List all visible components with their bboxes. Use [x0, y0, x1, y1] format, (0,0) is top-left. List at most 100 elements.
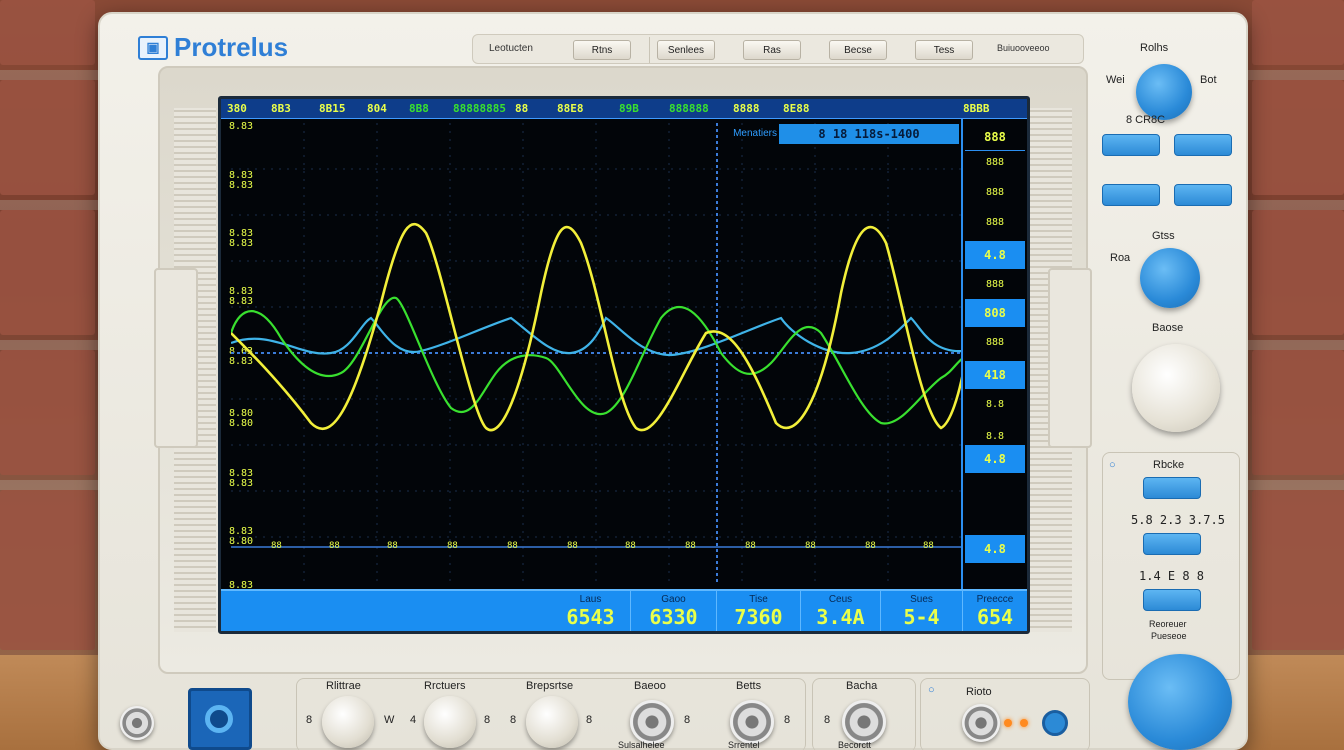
- x-tick: 88: [805, 541, 816, 551]
- side-menu-value: 888: [985, 157, 1005, 168]
- header-field: 88: [515, 102, 529, 115]
- footer-measurement-key: Tise: [749, 594, 768, 605]
- bnc-jack-label: Baeoo: [634, 680, 666, 692]
- footer-measurement[interactable]: Laus 6543: [551, 591, 631, 631]
- group-button-1[interactable]: [1143, 477, 1201, 499]
- topbar-label-left: Leotucten: [489, 43, 533, 54]
- side-menu-item[interactable]: 418: [965, 361, 1025, 389]
- bottom-knob-right: 8: [586, 714, 593, 726]
- oscilloscope-display: 380 8B3 8B15 804 8B8 88888885 88 88E8 89…: [218, 96, 1030, 634]
- button-row-label: 8 CR8C: [1126, 114, 1166, 126]
- screen-side-menu: 888 888 888 888 4.8 888 808 888 418 8.8 …: [961, 119, 1027, 609]
- trace-cyan: [231, 316, 963, 357]
- x-tick: 88: [329, 541, 340, 551]
- footer-measurement-value: 7360: [734, 605, 783, 629]
- side-menu-value: 8.8: [985, 399, 1005, 410]
- right-control-panel: Rolhs Wei Bot 8 CR8C Gtss Roa Baose ○ Rb…: [1096, 26, 1248, 680]
- probe-input-port[interactable]: [188, 688, 252, 750]
- x-tick: 88: [447, 541, 458, 551]
- x-tick: 88: [271, 541, 282, 551]
- footer-measurement[interactable]: Sues 5-4: [881, 591, 963, 631]
- side-menu-value: 8.8: [985, 431, 1005, 442]
- status-led-1: [1004, 719, 1012, 727]
- side-menu-value: 888: [985, 217, 1005, 228]
- timebase-knob[interactable]: [1136, 64, 1192, 120]
- gain-label: Gtss: [1152, 230, 1175, 242]
- footer-measurement[interactable]: Preecce 654: [963, 591, 1027, 631]
- side-menu-item[interactable]: 888: [965, 123, 1025, 151]
- side-menu-value: 888: [985, 279, 1005, 290]
- mode-selector-knob[interactable]: [1132, 344, 1220, 432]
- bnc-jack-label: Bacha: [846, 680, 878, 692]
- group-label: Rbcke: [1153, 459, 1185, 471]
- topbar-button-5[interactable]: Tess: [915, 40, 973, 60]
- trace-yellow: [231, 222, 963, 432]
- header-field: 8B3: [271, 102, 291, 115]
- bnc-jack-label: Rioto: [966, 686, 992, 698]
- measurement-footer: Laus 6543 Gaoo 6330 Tise 7360 Ceus 3.4A …: [221, 589, 1027, 631]
- gain-knob[interactable]: [1140, 248, 1200, 308]
- bnc-jack-2[interactable]: [730, 700, 774, 744]
- footer-measurement[interactable]: Ceus 3.4A: [801, 591, 881, 631]
- side-menu-item[interactable]: 4.8: [965, 241, 1025, 269]
- bnc-jack-label: Betts: [736, 680, 762, 692]
- topbar-button-4[interactable]: Becse: [829, 40, 887, 60]
- header-field: 89B: [619, 102, 639, 115]
- footer-measurement-key: Laus: [579, 594, 602, 605]
- function-button-3[interactable]: [1102, 184, 1160, 206]
- right-panel-title: Rolhs: [1140, 42, 1169, 54]
- bnc-jack-4[interactable]: [962, 704, 1000, 742]
- function-button-2[interactable]: [1174, 134, 1232, 156]
- bottom-knob-left: 4: [410, 714, 417, 726]
- group-readout-1: 5.8 2.3 3.7.5: [1131, 513, 1225, 527]
- footer-measurement-value: 6543: [566, 605, 615, 629]
- x-tick: 88: [625, 541, 636, 551]
- x-tick: 88: [567, 541, 578, 551]
- power-button[interactable]: [1042, 710, 1068, 736]
- side-menu-item[interactable]: 4.8: [965, 535, 1025, 563]
- footer-measurement-value: 654: [976, 605, 1014, 629]
- footer-measurement[interactable]: Tise 7360: [717, 591, 801, 631]
- footer-measurement-value: 3.4A: [816, 605, 865, 629]
- footer-measurement-key: Preecce: [976, 594, 1014, 605]
- bnc-jack-1[interactable]: [630, 700, 674, 744]
- x-tick: 88: [507, 541, 518, 551]
- bottom-control-panel: Rlittrae 8 W Rrctuers 4 8 Brepsrtse 8 8 …: [100, 674, 1246, 750]
- bottom-knob-right: W: [384, 714, 395, 726]
- function-button-1[interactable]: [1102, 134, 1160, 156]
- topbar-button-1[interactable]: Rtns: [573, 40, 631, 60]
- ground-jack[interactable]: [120, 706, 154, 740]
- footer-measurement-key: Sues: [910, 594, 933, 605]
- bottom-knob-left: 8: [306, 714, 313, 726]
- function-button-4[interactable]: [1174, 184, 1232, 206]
- topbar-label-right: Buiuooveeoo: [997, 43, 1050, 53]
- side-menu-value: 888: [985, 187, 1005, 198]
- bnc-jack-3[interactable]: [842, 700, 886, 744]
- bottom-knob-1[interactable]: [322, 696, 374, 748]
- waveform-graticule: [231, 123, 963, 583]
- top-control-bar: Leotucten Rtns Senlees Ras Becse Tess Bu…: [472, 34, 1084, 64]
- bottom-knob-2[interactable]: [424, 696, 476, 748]
- bottom-knob-3[interactable]: [526, 696, 578, 748]
- bottom-knob-left: 8: [510, 714, 517, 726]
- bnc-jack-sub: Becorctt: [838, 740, 872, 750]
- header-field: 888888: [669, 102, 709, 115]
- topbar-divider: [649, 37, 650, 63]
- bezel-tab-right: [1048, 268, 1092, 448]
- topbar-button-3[interactable]: Ras: [743, 40, 801, 60]
- group-button-2[interactable]: [1143, 533, 1201, 555]
- bezel-tab-left: [154, 268, 198, 448]
- header-field: 88E8: [557, 102, 584, 115]
- bottom-knob-label: Brepsrtse: [526, 680, 574, 692]
- footer-measurement[interactable]: Gaoo 6330: [631, 591, 717, 631]
- bottom-knob-label: Rrctuers: [424, 680, 466, 692]
- side-menu-item[interactable]: 4.8: [965, 445, 1025, 473]
- footer-measurement-key: Ceus: [828, 594, 853, 605]
- knob-left-label: Wei: [1106, 74, 1125, 86]
- header-field: 8B8: [409, 102, 429, 115]
- trace-green: [231, 296, 963, 425]
- side-menu-item[interactable]: 808: [965, 299, 1025, 327]
- bottom-knob-right: 8: [484, 714, 491, 726]
- group-button-3[interactable]: [1143, 589, 1201, 611]
- topbar-button-2[interactable]: Senlees: [657, 40, 715, 60]
